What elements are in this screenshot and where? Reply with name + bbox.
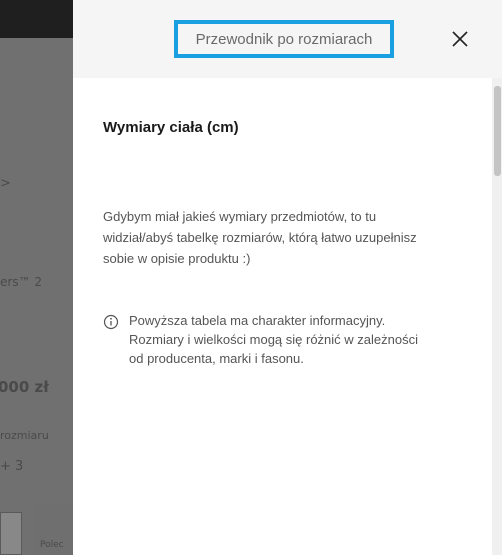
drawer-title: Przewodnik po rozmiarach: [195, 30, 373, 48]
background-text: rozmiaru: [0, 429, 49, 442]
drawer-body: Wymiary ciała (cm) Gdybym miał jakieś wy…: [73, 78, 492, 555]
size-table-description: Gdybym miał jakieś wymiary przedmiotów, …: [103, 209, 417, 266]
background-thumbnail: [0, 512, 22, 555]
drawer-header: Przewodnik po rozmiarach: [73, 0, 502, 78]
scrollbar-thumb[interactable]: [494, 86, 501, 176]
close-icon: [452, 31, 468, 47]
size-guide-drawer: Przewodnik po rozmiarach Wymiary ciała (…: [73, 0, 502, 555]
background-text: >: [0, 176, 11, 191]
section-heading: Wymiary ciała (cm): [103, 119, 239, 136]
background-text: + 3: [0, 459, 24, 474]
info-note-text: Powyższa tabela ma charakter informacyjn…: [129, 313, 418, 366]
background-top-bar: [0, 0, 73, 38]
background-text: Polec: [40, 540, 64, 550]
close-button[interactable]: [447, 26, 473, 52]
background-text: ers™ 2: [0, 275, 43, 289]
drawer-title-highlight: Przewodnik po rozmiarach: [174, 20, 394, 58]
background-price: 000 zł: [0, 378, 49, 396]
info-icon: [103, 314, 119, 330]
background-page: > ers™ 2 000 zł rozmiaru + 3 Polec: [0, 0, 73, 555]
